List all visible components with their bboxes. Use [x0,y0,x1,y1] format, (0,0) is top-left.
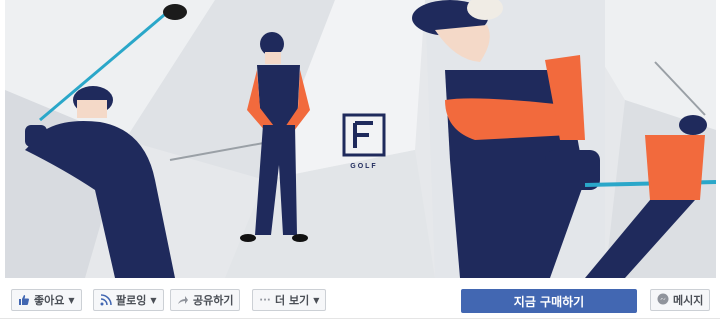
message-label: 메시지 [673,294,704,307]
more-icon: ··· [259,294,271,306]
follow-icon [100,294,112,306]
cover-illustration: GOLF [5,0,716,278]
share-label: 공유하기 [193,294,234,307]
chevron-down-icon: ▼ [150,295,157,305]
more-button[interactable]: ··· 더 보기 ▼ [252,289,327,311]
share-button[interactable]: 공유하기 [170,289,241,311]
share-icon [177,294,189,306]
follow-label: 팔로잉 [116,294,147,307]
shop-now-button[interactable]: 지금 구매하기 [461,289,637,313]
more-label: 더 보기 [275,294,310,307]
like-label: 좋아요 [34,294,65,307]
message-icon [657,293,669,308]
follow-button[interactable]: 팔로잉 ▼ [93,289,164,311]
like-button[interactable]: 좋아요 ▼ [11,289,82,311]
cover-photo[interactable]: GOLF [5,0,716,278]
like-icon [18,294,30,306]
logo-text: GOLF [350,163,377,170]
chevron-down-icon: ▼ [313,295,320,305]
divider [0,318,720,319]
chevron-down-icon: ▼ [68,295,75,305]
message-button[interactable]: 메시지 [650,289,711,311]
